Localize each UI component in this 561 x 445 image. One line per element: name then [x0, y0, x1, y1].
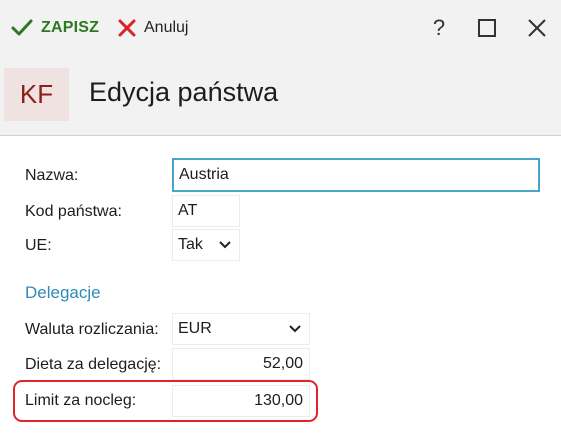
name-label: Nazwa:: [25, 167, 79, 184]
section-heading-delegations: Delegacje: [25, 283, 101, 302]
diet-input[interactable]: 52,00: [172, 348, 310, 380]
help-icon: ?: [432, 15, 446, 40]
currency-label: Waluta rozliczania:: [25, 321, 159, 338]
name-input[interactable]: Austria: [172, 158, 540, 192]
close-icon: [528, 19, 546, 37]
save-button[interactable]: ZAPISZ: [11, 14, 99, 42]
app-logo: KF: [4, 68, 69, 121]
save-label: ZAPISZ: [41, 19, 100, 36]
currency-select[interactable]: EUR: [172, 313, 310, 345]
chevron-down-icon: [289, 325, 301, 333]
eu-value: Tak: [178, 236, 203, 253]
toolbar: ZAPISZ Anuluj ?: [0, 0, 561, 55]
diet-value: 52,00: [262, 355, 303, 372]
maximize-icon: [478, 19, 496, 37]
cancel-button[interactable]: Anuluj: [118, 14, 188, 42]
lodging-limit-input[interactable]: 130,00: [172, 385, 310, 417]
country-code-input[interactable]: AT: [172, 195, 240, 227]
maximize-button[interactable]: [472, 13, 502, 43]
help-button[interactable]: ?: [424, 13, 454, 43]
chevron-down-icon: [219, 241, 231, 249]
cancel-label: Anuluj: [144, 19, 189, 36]
currency-value: EUR: [178, 320, 212, 337]
close-button[interactable]: [522, 13, 552, 43]
name-value: Austria: [179, 166, 229, 183]
page-header: KF Edycja państwa: [0, 55, 561, 136]
x-icon: [118, 19, 136, 37]
diet-label: Dieta za delegację:: [25, 356, 162, 373]
lodging-limit-value: 130,00: [254, 392, 303, 409]
eu-label: UE:: [25, 237, 52, 254]
page-title: Edycja państwa: [89, 77, 279, 107]
country-code-value: AT: [178, 202, 198, 219]
lodging-limit-label: Limit za nocleg:: [25, 392, 137, 409]
eu-select[interactable]: Tak: [172, 229, 240, 261]
country-code-label: Kod państwa:: [25, 203, 122, 220]
checkmark-icon: [11, 19, 33, 36]
